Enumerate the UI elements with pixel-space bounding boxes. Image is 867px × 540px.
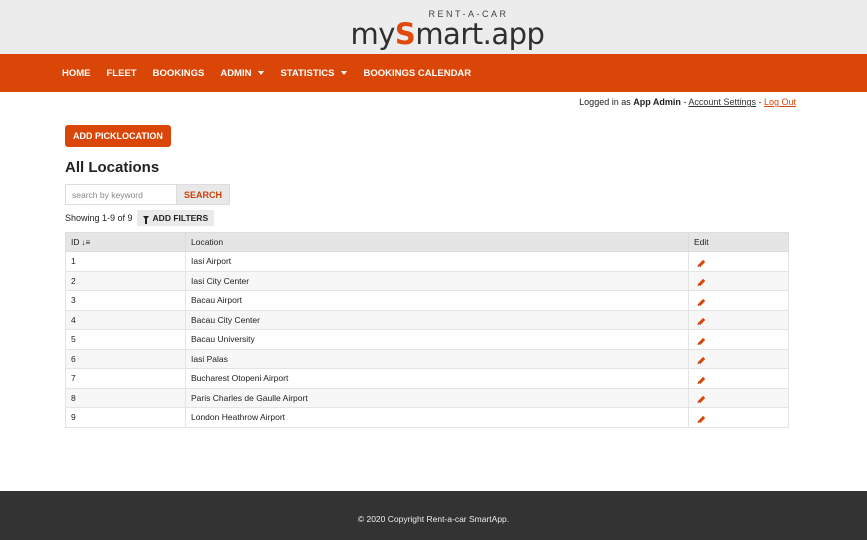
table-row: 5 Bacau University — [65, 329, 789, 350]
cell-location: Bucharest Otopeni Airport — [185, 368, 689, 389]
account-settings-link[interactable]: Account Settings — [688, 97, 756, 107]
table-row: 8 Paris Charles de Gaulle Airport — [65, 387, 789, 408]
footer: © 2020 Copyright Rent-a-car SmartApp. — [0, 491, 867, 540]
locations-table: ID ↓≡ Location Edit 1 Iasi Airport 2 Iasi C… — [65, 232, 789, 428]
nav-bookings-calendar[interactable]: BOOKINGS CALENDAR — [355, 68, 479, 79]
cell-location: Iasi Airport — [185, 251, 689, 272]
pencil-icon[interactable] — [698, 396, 705, 403]
table-row: 3 Bacau Airport — [65, 290, 789, 311]
add-picklocation-button[interactable]: ADD PICKLOCATION — [65, 125, 171, 147]
cell-edit — [688, 348, 789, 369]
table-row: 7 Bucharest Otopeni Airport — [65, 368, 789, 389]
table-row: 2 Iasi City Center — [65, 270, 789, 291]
cell-id: 9 — [65, 407, 186, 428]
table-row: 6 Iasi Palas — [65, 348, 789, 369]
pencil-icon[interactable] — [698, 415, 705, 423]
results-count: Showing 1-9 of 9 — [65, 213, 133, 223]
top-header: RENT-A-CAR mySmart.app — [0, 0, 867, 54]
nav-statistics-dropdown[interactable]: STATISTICS — [272, 68, 355, 79]
nav-admin-dropdown[interactable]: ADMIN — [212, 68, 272, 79]
table-row: 4 Bacau City Center — [65, 309, 789, 330]
cell-edit — [688, 290, 789, 311]
nav-fleet[interactable]: FLEET — [99, 68, 145, 79]
cell-location: Bacau University — [185, 329, 689, 350]
table-row: 1 Iasi Airport — [65, 251, 789, 272]
cell-id: 1 — [65, 251, 186, 272]
cell-edit — [688, 270, 789, 291]
cell-id: 8 — [65, 387, 186, 408]
cell-edit — [688, 387, 789, 408]
cell-edit — [688, 309, 789, 330]
cell-id: 7 — [65, 368, 186, 389]
cell-location: Iasi City Center — [185, 270, 689, 291]
user-name: App Admin — [633, 97, 681, 107]
nav-bookings[interactable]: BOOKINGS — [145, 68, 213, 79]
caret-down-icon — [341, 71, 348, 75]
cell-edit — [688, 407, 789, 428]
pencil-icon[interactable] — [698, 259, 705, 267]
results-bar: Showing 1-9 of 9 ADD FILTERS — [65, 210, 789, 226]
search-bar: SEARCH — [65, 184, 789, 205]
cell-location: Iasi Palas — [185, 348, 689, 369]
nav-home[interactable]: HOME — [54, 68, 99, 79]
table-row: 9 London Heathrow Airport — [65, 407, 789, 428]
cell-location: Paris Charles de Gaulle Airport — [185, 387, 689, 408]
cell-edit — [688, 251, 789, 272]
search-button[interactable]: SEARCH — [177, 184, 231, 205]
add-filters-button[interactable]: ADD FILTERS — [136, 210, 215, 226]
search-input[interactable] — [65, 184, 177, 205]
copyright-text: © 2020 Copyright Rent-a-car SmartApp. — [357, 513, 510, 524]
cell-id: 4 — [65, 309, 186, 330]
logo[interactable]: RENT-A-CAR mySmart.app — [349, 5, 545, 51]
cell-id: 5 — [65, 329, 186, 350]
main-nav: HOME FLEET BOOKINGS ADMIN STATISTICS BOO… — [0, 54, 867, 92]
caret-down-icon — [258, 71, 265, 75]
logo-wordmark: mySmart.app — [350, 17, 545, 51]
cell-location: Bacau City Center — [185, 309, 689, 330]
page-title: All Locations — [65, 159, 160, 176]
user-status: Logged in as App Admin - Account Setting… — [579, 97, 796, 107]
cell-edit — [688, 368, 789, 389]
pencil-icon[interactable] — [698, 357, 705, 364]
pencil-icon[interactable] — [698, 337, 705, 345]
cell-id: 6 — [65, 348, 186, 369]
table-header-row: ID ↓≡ Location Edit — [65, 232, 789, 252]
pencil-icon[interactable] — [698, 376, 705, 384]
funnel-icon — [142, 216, 149, 224]
logout-link[interactable]: Log Out — [764, 97, 796, 107]
logged-in-label: Logged in as — [579, 97, 631, 107]
cell-id: 2 — [65, 270, 186, 291]
column-header-edit: Edit — [688, 232, 789, 252]
cell-edit — [688, 329, 789, 350]
column-header-location: Location — [185, 232, 689, 252]
pencil-icon[interactable] — [698, 318, 705, 325]
cell-location: London Heathrow Airport — [185, 407, 689, 428]
column-header-id[interactable]: ID ↓≡ — [65, 232, 186, 252]
main-content: ADD PICKLOCATION All Locations SEARCH Sh… — [65, 125, 789, 428]
cell-location: Bacau Airport — [185, 290, 689, 311]
pencil-icon[interactable] — [698, 279, 705, 286]
cell-id: 3 — [65, 290, 186, 311]
pencil-icon[interactable] — [698, 298, 705, 306]
sort-amount-icon[interactable]: ↓≡ — [82, 238, 91, 247]
